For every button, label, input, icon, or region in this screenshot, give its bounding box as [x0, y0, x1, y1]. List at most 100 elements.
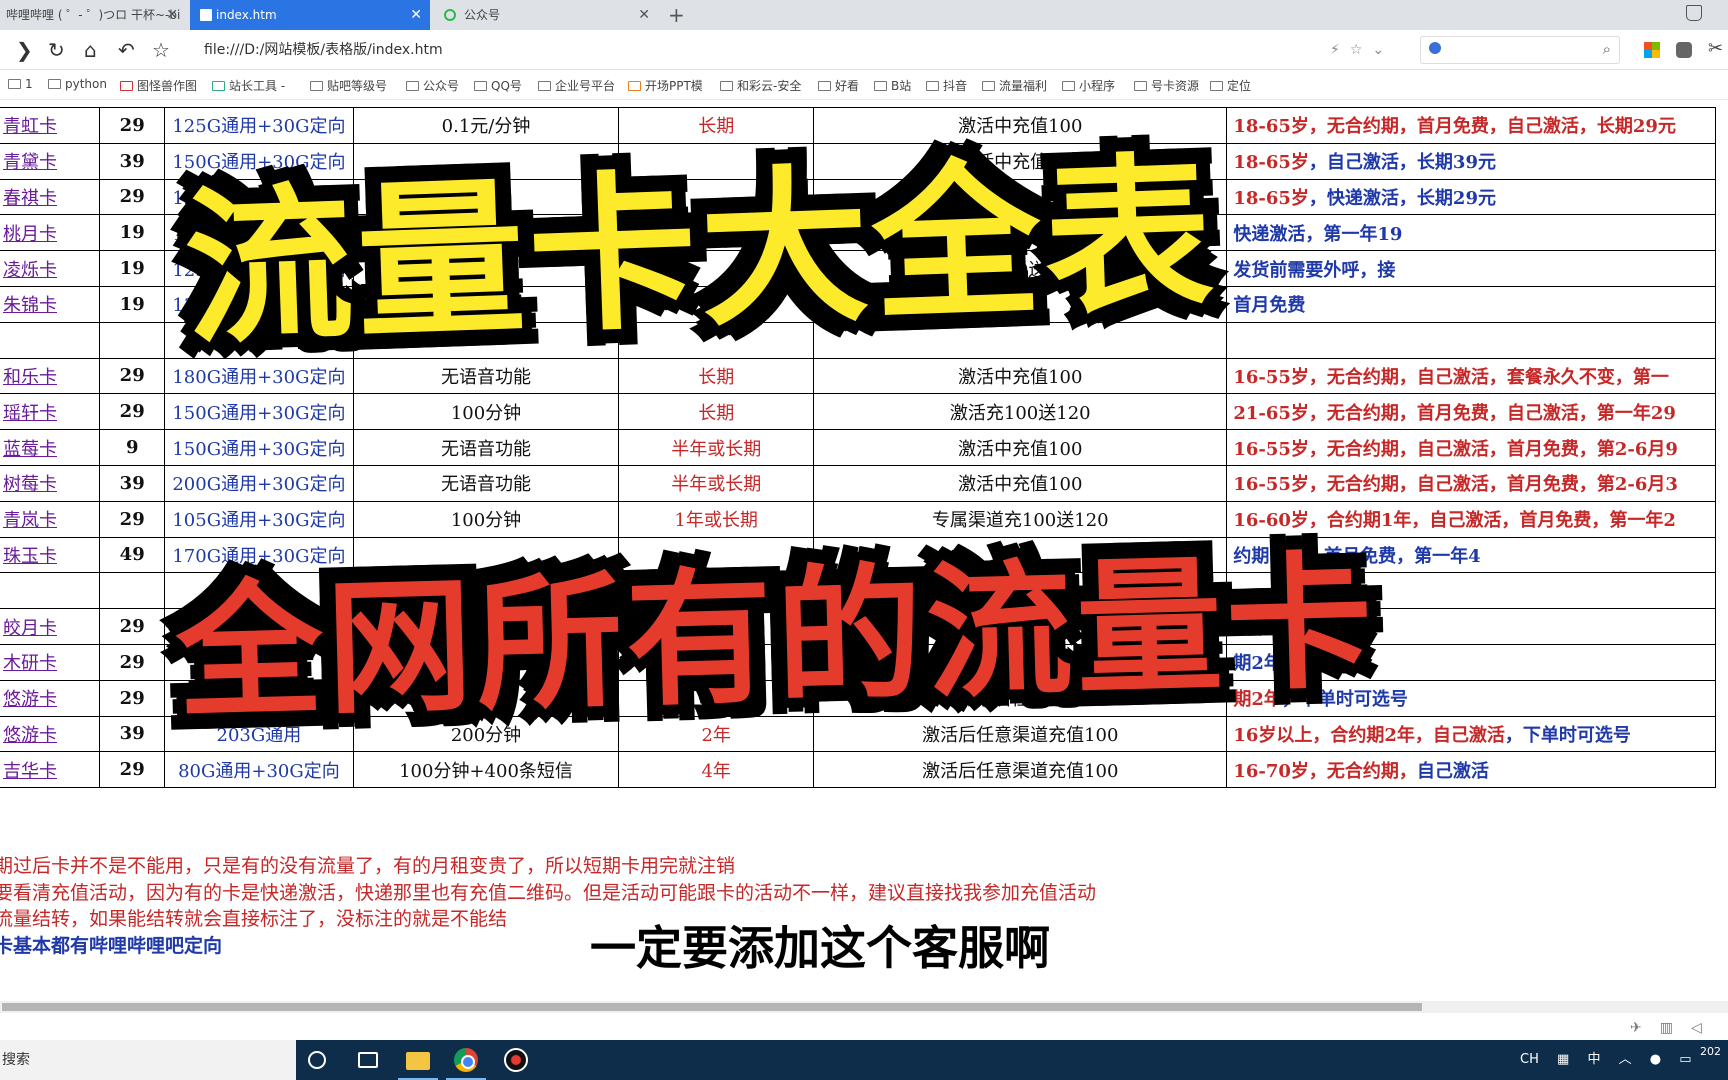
close-icon[interactable]: ✕: [166, 0, 178, 30]
data-allowance-cell: 80G通用+30G定向: [164, 751, 354, 789]
bookmark-item[interactable]: 公众号: [406, 77, 459, 94]
scrollbar-thumb[interactable]: [2, 1003, 1422, 1011]
extension-icon[interactable]: [1676, 42, 1692, 58]
address-input[interactable]: file:///D:/网站模板/表格版/index.htm: [186, 36, 1386, 64]
recharge-activity-cell: 激活中充值100: [813, 464, 1228, 502]
bookmark-item[interactable]: 好看: [818, 77, 859, 94]
close-icon[interactable]: ✕: [638, 0, 650, 30]
remark-blue: ，自己激活，长期39元: [1308, 152, 1496, 174]
new-tab-icon[interactable]: +: [668, 3, 685, 27]
bookmark-item[interactable]: 图怪兽作图: [120, 77, 197, 94]
monthly-price-cell: 29: [99, 608, 166, 645]
horizontal-scrollbar[interactable]: [0, 1001, 1728, 1013]
card-name-cell[interactable]: 珠玉卡: [0, 536, 101, 574]
card-name-cell[interactable]: 皎月卡: [0, 608, 101, 645]
bookmark-item[interactable]: 号卡资源: [1134, 77, 1199, 94]
file-explorer-icon[interactable]: [406, 1052, 430, 1070]
card-name-cell[interactable]: [0, 321, 101, 359]
baidu-icon: [1429, 42, 1441, 54]
search-icon[interactable]: ⌕: [1603, 40, 1611, 58]
card-name-cell[interactable]: 和乐卡: [0, 357, 101, 395]
remark-blue: ，快递激活，长期29元: [1308, 187, 1496, 209]
card-name-cell[interactable]: 朱锦卡: [0, 285, 101, 323]
bookmark-item[interactable]: 站长工具 -: [212, 77, 285, 94]
voice-minutes-cell: 100分钟: [352, 393, 620, 431]
remarks-cell: 18-65岁，快递激活，长期29元: [1226, 178, 1716, 216]
card-name-cell[interactable]: 青岚卡: [0, 500, 101, 538]
bookmark-item[interactable]: 定位: [1210, 77, 1251, 94]
apps-icon[interactable]: [1644, 42, 1660, 58]
card-name-cell[interactable]: 青虹卡: [0, 107, 101, 144]
folder-icon: [982, 81, 995, 91]
bookmark-item[interactable]: 开场PPT模: [628, 77, 703, 94]
voice-minutes-cell: 100分钟+400条短信: [352, 751, 620, 789]
forward-icon[interactable]: ❯: [16, 38, 33, 62]
lang-indicator[interactable]: CH: [1520, 1052, 1539, 1067]
remarks-cell: 发货前需要外呼，接: [1226, 250, 1716, 287]
folder-icon: [818, 81, 831, 91]
bookmark-item[interactable]: 流量福利: [982, 77, 1047, 94]
browser-icon[interactable]: [454, 1048, 478, 1072]
monthly-price-cell: [99, 321, 166, 359]
card-name-cell[interactable]: 吉华卡: [0, 751, 101, 789]
status-bar-icons[interactable]: ✈▥◁: [1630, 1020, 1720, 1036]
package-term-cell: 长期: [618, 357, 815, 395]
tab-index[interactable]: index.htm ✕: [190, 0, 430, 30]
card-name-cell[interactable]: 青黛卡: [0, 142, 101, 180]
cortana-icon[interactable]: [308, 1051, 326, 1069]
remark-red: 16岁以上，合约期2年，自己激活: [1233, 724, 1505, 746]
monthly-price-cell: 29: [99, 679, 166, 717]
bookmark-item[interactable]: 1: [8, 77, 33, 91]
star-icon[interactable]: ☆: [152, 38, 170, 62]
undo-icon[interactable]: ↶: [118, 38, 135, 62]
close-icon[interactable]: ✕: [410, 0, 422, 30]
mic-icon[interactable]: ●: [1650, 1052, 1661, 1067]
page-icon: [310, 81, 323, 91]
recorder-icon[interactable]: [504, 1048, 528, 1072]
card-name-cell[interactable]: [0, 572, 101, 610]
voice-minutes-cell: 无语音功能: [352, 429, 620, 466]
remarks-cell: 16-55岁，无合约期，自己激活，首月免费，第2-6月9: [1226, 429, 1716, 466]
ime-indicator[interactable]: 中: [1587, 1052, 1600, 1067]
reload-icon[interactable]: ↻: [48, 38, 65, 62]
monthly-price-cell: [99, 572, 166, 610]
bookmark-item[interactable]: B站: [874, 77, 911, 94]
data-allowance-cell: 200G通用+30G定向: [164, 464, 354, 502]
card-name-cell[interactable]: 悠游卡: [0, 679, 101, 717]
bookmark-item[interactable]: QQ号: [474, 77, 522, 94]
bookmark-item[interactable]: 和彩云-安全: [720, 77, 801, 94]
remarks-cell: 16-70岁，无合约期，自己激活: [1226, 751, 1716, 789]
card-name-cell[interactable]: 瑶轩卡: [0, 393, 101, 431]
page-icon: [628, 81, 641, 91]
tab-bilibili[interactable]: 哔哩哔哩 ( ゜- ゜)つロ 干杯~-bi ✕: [0, 0, 186, 30]
folder-icon: [1134, 81, 1147, 91]
taskbar-search[interactable]: 搜索: [0, 1040, 296, 1080]
keyboard-icon[interactable]: ▦: [1557, 1052, 1569, 1067]
scissors-icon[interactable]: ✂: [1708, 38, 1723, 59]
monthly-price-cell: 29: [99, 357, 166, 395]
bookmark-item[interactable]: python: [48, 77, 107, 91]
search-input[interactable]: ⌕: [1420, 36, 1620, 64]
network-icon[interactable]: ▭: [1679, 1052, 1691, 1067]
card-name-cell[interactable]: 树莓卡: [0, 464, 101, 502]
bookmark-item[interactable]: 贴吧等级号: [310, 77, 387, 94]
monthly-price-cell: 9: [99, 429, 166, 466]
task-view-icon[interactable]: [358, 1052, 378, 1068]
card-name-cell[interactable]: 凌烁卡: [0, 250, 101, 287]
address-actions-icon[interactable]: ⚡☆⌄: [1330, 42, 1394, 58]
card-name-cell[interactable]: 春祺卡: [0, 178, 101, 216]
home-icon[interactable]: ⌂: [84, 38, 97, 62]
bookmark-item[interactable]: 小程序: [1062, 77, 1115, 94]
bookmark-item[interactable]: 抖音: [926, 77, 967, 94]
card-name-cell[interactable]: 蓝莓卡: [0, 429, 101, 466]
window-menu-icon[interactable]: [1686, 5, 1702, 21]
monthly-price-cell: 19: [99, 214, 166, 252]
remarks-cell: 16岁以上，合约期2年，自己激活，下单时可选号: [1226, 715, 1716, 753]
chevron-up-icon[interactable]: ︿: [1619, 1052, 1632, 1067]
bookmark-item[interactable]: 企业号平台: [538, 77, 615, 94]
card-name-cell[interactable]: 桃月卡: [0, 214, 101, 252]
card-name-cell[interactable]: 木研卡: [0, 643, 101, 681]
remarks-cell: 21-65岁，无合约期，首月免费，自己激活，第一年29: [1226, 393, 1716, 431]
card-name-cell[interactable]: 悠游卡: [0, 715, 101, 753]
tab-gongzhonghao[interactable]: 公众号 ✕: [436, 0, 658, 30]
